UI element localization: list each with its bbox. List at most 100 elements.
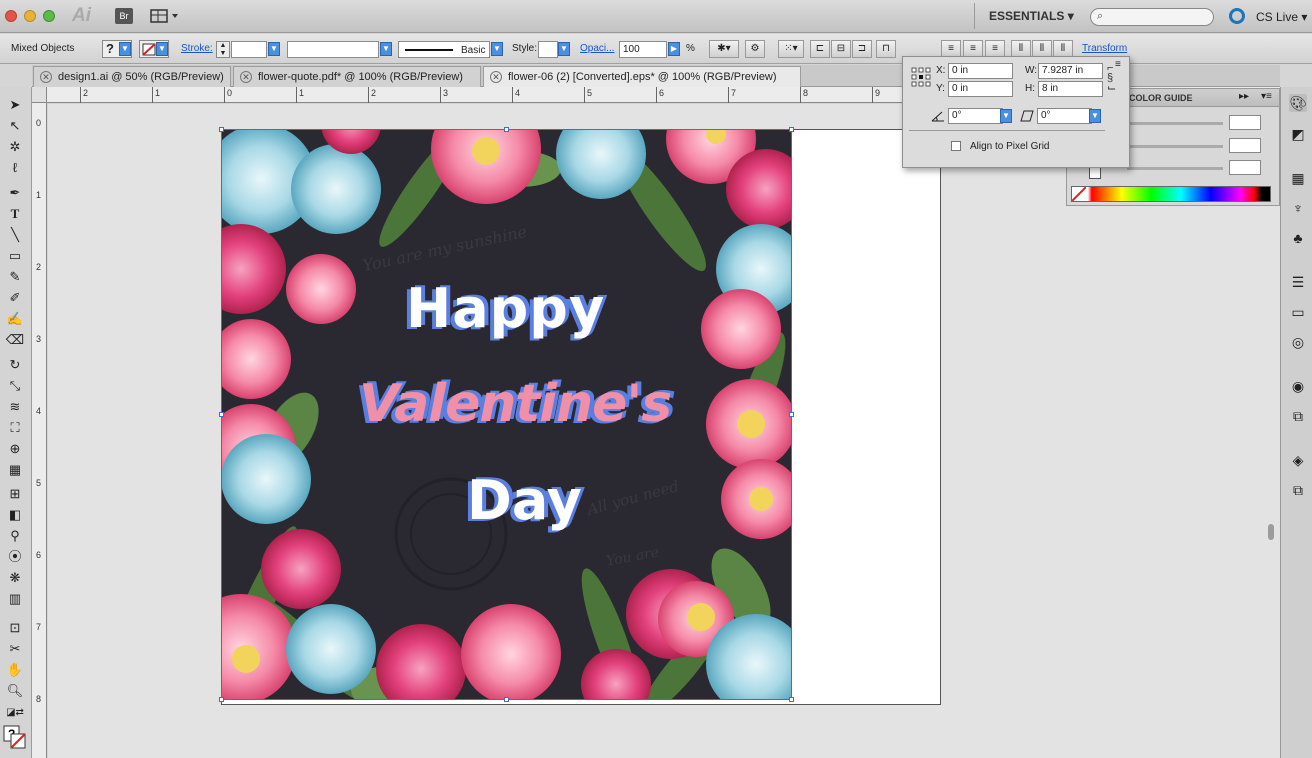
global-edit-button[interactable]: ⚙ — [745, 40, 765, 58]
brush-dropdown[interactable]: ▼ — [491, 42, 503, 56]
gradient-panel-icon[interactable]: ▭ — [1289, 303, 1307, 321]
y-input[interactable]: 0 in — [948, 81, 1013, 97]
valentine-artwork[interactable]: You are my sunshine All you need You are… — [221, 129, 792, 700]
color-palette-icon[interactable]: 🎨︎ — [1289, 94, 1307, 112]
gradient-tool-icon[interactable]: ◧ — [4, 506, 26, 524]
zoom-window-button[interactable] — [43, 10, 55, 22]
mesh-tool-icon[interactable]: ⊞ — [4, 485, 26, 503]
artboard-tool-icon[interactable]: ⊡ — [4, 619, 26, 637]
tab-design1[interactable]: ✕ design1.ai @ 50% (RGB/Preview) — [33, 66, 231, 87]
recolor-artwork-button[interactable]: ✱▾ — [709, 40, 739, 58]
workspace-switcher[interactable]: ESSENTIALS ▾ — [989, 9, 1074, 23]
blob-brush-tool-icon[interactable]: ✍ — [4, 310, 26, 328]
eraser-tool-icon[interactable]: ⌫ — [4, 331, 26, 349]
warp-tool-icon[interactable]: ≋ — [4, 398, 26, 416]
color-slider-track[interactable] — [1127, 145, 1223, 148]
shape-builder-tool-icon[interactable]: ⊕ — [4, 440, 26, 458]
arrange-documents-button[interactable] — [150, 8, 180, 24]
artboards-panel-icon[interactable]: ⧉ — [1289, 481, 1307, 499]
minimize-window-button[interactable] — [24, 10, 36, 22]
bridge-button[interactable]: Br — [115, 8, 133, 24]
free-transform-tool-icon[interactable]: ⛶ — [4, 419, 26, 437]
type-tool-icon[interactable]: T — [4, 205, 26, 223]
opacity-dropdown[interactable]: ▶ — [668, 42, 680, 56]
layers-panel-icon[interactable]: ◈ — [1289, 451, 1307, 469]
opacity-link[interactable]: Opaci... — [580, 43, 614, 54]
blend-tool-icon[interactable]: ⦿ — [4, 548, 26, 566]
stroke-weight-dropdown[interactable]: ▼ — [268, 42, 280, 56]
resize-handle[interactable] — [219, 697, 224, 702]
color-guide-icon[interactable]: ◩ — [1289, 125, 1307, 143]
paintbrush-tool-icon[interactable]: ✎ — [4, 268, 26, 286]
reference-point-locator[interactable] — [911, 67, 931, 87]
rotate-input[interactable]: 0° — [948, 108, 1003, 124]
rotate-tool-icon[interactable]: ↻ — [4, 356, 26, 374]
color-slider-track[interactable] — [1127, 122, 1223, 125]
w-input[interactable]: 7.9287 in — [1038, 63, 1103, 79]
expand-panel-icon[interactable]: ▸▸ — [1239, 91, 1249, 102]
style-dropdown[interactable]: ▼ — [558, 42, 570, 56]
symbols-icon[interactable]: ♣ — [1289, 229, 1307, 247]
scale-tool-icon[interactable]: ⤡ — [4, 377, 26, 395]
transform-link[interactable]: Transform — [1082, 43, 1127, 54]
eyedropper-tool-icon[interactable]: ⚲ — [4, 527, 26, 545]
direct-selection-tool-icon[interactable]: ↖ — [4, 117, 26, 135]
resize-handle[interactable] — [789, 127, 794, 132]
appearance-panel-icon[interactable]: ◉ — [1289, 377, 1307, 395]
h-input[interactable]: 8 in — [1038, 81, 1103, 97]
resize-handle[interactable] — [789, 412, 794, 417]
brush-definition[interactable]: Basic — [398, 41, 490, 58]
cs-live-menu[interactable]: CS Live ▾ — [1256, 10, 1307, 24]
lasso-tool-icon[interactable]: ℓ — [4, 159, 26, 177]
color-value-input[interactable] — [1229, 115, 1261, 130]
resize-handle[interactable] — [504, 127, 509, 132]
stroke-panel-icon[interactable]: ☰ — [1289, 273, 1307, 291]
stroke-swatch-mini[interactable] — [1089, 167, 1101, 179]
resize-handle[interactable] — [219, 127, 224, 132]
color-value-input[interactable] — [1229, 138, 1261, 153]
stroke-link[interactable]: Stroke: — [181, 43, 213, 54]
variable-width-profile[interactable] — [287, 41, 379, 58]
align-pixel-grid-checkbox[interactable] — [951, 141, 961, 151]
swatches-icon[interactable]: ▦ — [1289, 169, 1307, 187]
reference-point-button[interactable]: ⁙▾ — [778, 40, 804, 58]
x-input[interactable]: 0 in — [948, 63, 1013, 79]
align-left-button[interactable]: ⊏ — [810, 40, 830, 58]
pencil-tool-icon[interactable]: ✐ — [4, 289, 26, 307]
stroke-weight-input[interactable] — [231, 41, 267, 58]
tab-flower-quote[interactable]: ✕ flower-quote.pdf* @ 100% (RGB/Preview) — [233, 66, 481, 87]
resize-handle[interactable] — [789, 697, 794, 702]
search-input[interactable]: ⌕ — [1090, 8, 1214, 26]
resize-handle[interactable] — [219, 412, 224, 417]
panel-menu-icon[interactable]: ▾≡ — [1261, 91, 1272, 102]
slice-tool-icon[interactable]: ✂ — [4, 640, 26, 658]
color-slider-track[interactable] — [1127, 167, 1223, 170]
close-window-button[interactable] — [5, 10, 17, 22]
align-hcenter-button[interactable]: ⊟ — [831, 40, 851, 58]
align-right-button[interactable]: ⊐ — [852, 40, 872, 58]
color-value-input[interactable] — [1229, 160, 1261, 175]
vertical-scrollbar-thumb[interactable] — [1268, 524, 1274, 540]
opacity-input[interactable]: 100 — [619, 41, 667, 58]
fill-stroke-indicator[interactable]: ? — [3, 725, 27, 751]
resize-handle[interactable] — [504, 697, 509, 702]
graphic-styles-icon[interactable]: ⧉ — [1289, 407, 1307, 425]
graphic-style-swatch[interactable] — [538, 41, 558, 58]
rotate-dropdown[interactable]: ▼ — [1000, 109, 1012, 123]
close-icon[interactable]: ✕ — [490, 71, 502, 83]
stroke-swatch[interactable]: ▼ — [139, 40, 169, 58]
panel-menu-icon[interactable]: ≡ — [1115, 59, 1121, 70]
zoom-tool-icon[interactable]: 🔍︎ — [4, 682, 26, 700]
rectangle-tool-icon[interactable]: ▭ — [4, 247, 26, 265]
ruler-origin[interactable] — [32, 87, 47, 103]
brushes-icon[interactable]: ♆ — [1289, 199, 1307, 217]
line-tool-icon[interactable]: ╲ — [4, 226, 26, 244]
transparency-panel-icon[interactable]: ◎ — [1289, 333, 1307, 351]
stroke-weight-stepper[interactable]: ▲ ▼ — [216, 41, 230, 58]
column-graph-tool-icon[interactable]: ▥ — [4, 590, 26, 608]
shear-dropdown[interactable]: ▼ — [1089, 109, 1101, 123]
magic-wand-tool-icon[interactable]: ✲ — [4, 138, 26, 156]
align-top-button[interactable]: ⊓ — [876, 40, 896, 58]
pen-tool-icon[interactable]: ✒ — [4, 184, 26, 202]
tab-flower-06[interactable]: ✕ flower-06 (2) [Converted].eps* @ 100% (… — [483, 66, 801, 87]
